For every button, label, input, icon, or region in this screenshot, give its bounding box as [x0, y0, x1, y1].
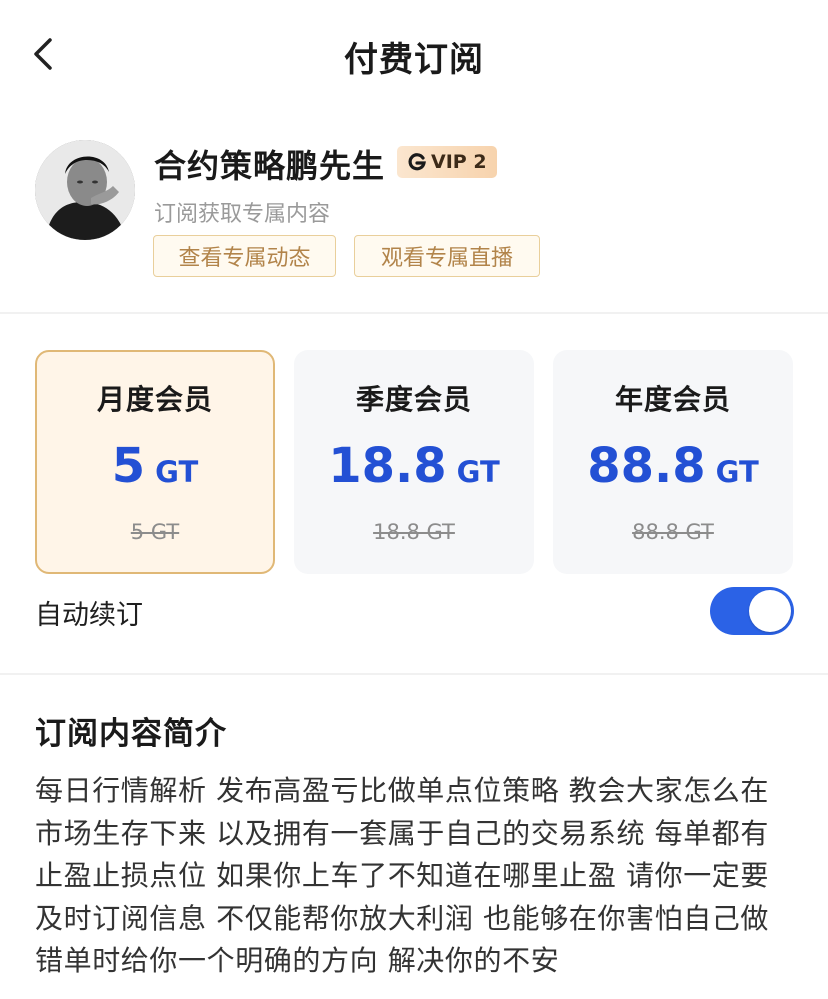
plan-price-unit: GT	[456, 455, 500, 489]
plan-card-quarterly[interactable]: 季度会员 18.8 GT 18.8 GT	[294, 350, 534, 574]
plan-name: 季度会员	[355, 383, 472, 416]
plan-card-monthly[interactable]: 月度会员 5 GT 5 GT	[35, 350, 275, 574]
page-title: 付费订阅	[344, 40, 484, 80]
divider	[0, 312, 828, 314]
plan-price: 5 GT	[37, 438, 273, 494]
plan-price-value: 5	[111, 438, 146, 494]
plan-price: 88.8 GT	[553, 438, 793, 494]
plan-original-price: 5 GT	[130, 520, 180, 544]
plan-price: 18.8 GT	[294, 438, 534, 494]
vip-badge: VIP 2	[397, 146, 497, 178]
plan-price-unit: GT	[715, 455, 759, 489]
toggle-knob	[749, 590, 791, 632]
watch-exclusive-live-button[interactable]: 观看专属直播	[354, 235, 540, 277]
divider	[0, 673, 828, 675]
intro-description: 每日行情解析 发布高盈亏比做单点位策略 教会大家怎么在市场生存下来 以及拥有一套…	[35, 774, 770, 977]
plan-price-unit: GT	[155, 455, 199, 489]
avatar-image	[35, 140, 135, 240]
g-logo-icon	[408, 153, 426, 171]
avatar[interactable]	[35, 140, 135, 240]
view-exclusive-posts-button[interactable]: 查看专属动态	[153, 235, 336, 277]
plan-name: 月度会员	[96, 383, 213, 416]
plan-price-value: 18.8	[328, 438, 447, 494]
plan-original-price: 88.8 GT	[632, 520, 714, 544]
plan-price-value: 88.8	[587, 438, 706, 494]
profile-subtitle: 订阅获取专属内容	[154, 202, 331, 227]
intro-title: 订阅内容简介	[35, 716, 227, 752]
plan-original-price: 18.8 GT	[373, 520, 455, 544]
creator-name: 合约策略鹏先生	[154, 147, 386, 185]
plan-name: 年度会员	[614, 383, 731, 416]
auto-renew-toggle[interactable]	[710, 587, 794, 635]
plan-card-yearly[interactable]: 年度会员 88.8 GT 88.8 GT	[553, 350, 793, 574]
auto-renew-label: 自动续订	[35, 600, 143, 631]
vip-label: VIP 2	[431, 151, 487, 173]
